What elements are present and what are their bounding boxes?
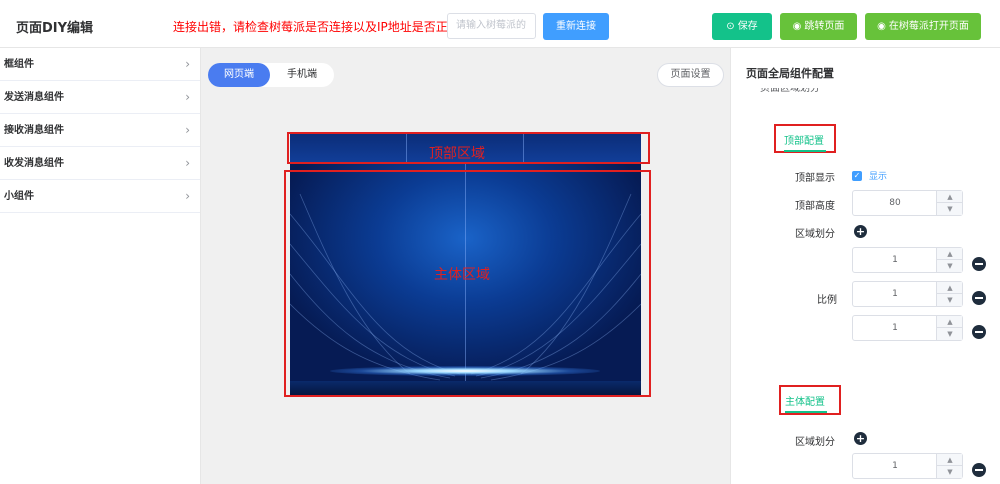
save-label: 保存 [737, 21, 758, 32]
sidebar-item-label: 小组件 [4, 191, 34, 202]
top-show-label: 顶部显示 [795, 173, 835, 184]
increment-icon[interactable]: ▲ [937, 282, 963, 294]
sidebar-item-label: 收发消息组件 [4, 158, 64, 169]
chevron-right-icon: › [185, 57, 190, 71]
check-circle-icon: ⊙ [726, 21, 735, 32]
add-division-icon[interactable]: + [854, 432, 867, 445]
add-division-icon[interactable]: + [854, 225, 867, 238]
remove-division-icon[interactable] [972, 257, 986, 271]
panel-title: 页面全局组件配置 [746, 67, 834, 80]
sidebar-item-label: 发送消息组件 [4, 92, 64, 103]
top-config-heading[interactable]: 顶部配置 [784, 132, 824, 147]
ratio-label: 比例 [817, 295, 837, 306]
chevron-right-icon: › [185, 123, 190, 137]
sidebar-item-label: 接收消息组件 [4, 125, 64, 136]
sidebar-item-receive-message[interactable]: 接收消息组件 › [0, 114, 200, 147]
sidebar-item-label: 框组件 [4, 59, 34, 70]
ratio-stepper[interactable]: 1 ▲ ▼ [852, 247, 963, 273]
ratio-value[interactable]: 1 [853, 316, 937, 340]
top-bar: 页面DIY编辑 连接出错，请检查树莓派是否连接以及IP地址是否正确! 请输入树莓… [0, 0, 1000, 48]
ip-address-input[interactable]: 请输入树莓派的 [447, 13, 536, 39]
component-sidebar: 框组件 › 发送消息组件 › 接收消息组件 › 收发消息组件 › 小组件 › [0, 48, 201, 484]
tab-web[interactable]: 网页端 [208, 63, 270, 87]
ratio-stepper[interactable]: 1 ▲ ▼ [852, 453, 963, 479]
ratio-value[interactable]: 1 [853, 248, 937, 272]
decrement-icon[interactable]: ▼ [937, 466, 963, 478]
remove-division-icon[interactable] [972, 463, 986, 477]
connection-error-message: 连接出错，请检查树莓派是否连接以及IP地址是否正确! [173, 20, 465, 34]
app-title: 页面DIY编辑 [16, 21, 94, 36]
main-divide-label: 区域划分 [795, 437, 835, 448]
ratio-stepper[interactable]: 1 ▲ ▼ [852, 315, 963, 341]
save-button[interactable]: ⊙ 保存 [712, 13, 772, 40]
tab-mobile[interactable]: 手机端 [270, 63, 334, 87]
sidebar-item-frame-components[interactable]: 框组件 › [0, 48, 200, 81]
increment-icon[interactable]: ▲ [937, 454, 963, 466]
decrement-icon[interactable]: ▼ [937, 260, 963, 272]
top-height-label: 顶部高度 [795, 201, 835, 212]
sidebar-item-send-message[interactable]: 发送消息组件 › [0, 81, 200, 114]
eye-icon: ◉ [792, 21, 802, 32]
reconnect-button[interactable]: 重新连接 [543, 13, 609, 40]
decrement-icon[interactable]: ▼ [937, 328, 963, 340]
open-on-pi-button[interactable]: ◉ 在树莓派打开页面 [865, 13, 981, 40]
device-toggle: 网页端 手机端 [208, 63, 334, 87]
increment-icon[interactable]: ▲ [937, 316, 963, 328]
remove-division-icon[interactable] [972, 325, 986, 339]
ratio-stepper[interactable]: 1 ▲ ▼ [852, 281, 963, 307]
area-division-heading: 页面区域划分 [760, 88, 820, 94]
top-show-checkbox-text[interactable]: 显示 [869, 169, 887, 182]
editor-canvas-area: 网页端 手机端 页面设置 顶部区域 主体区域 [201, 48, 730, 484]
page-settings-button[interactable]: 页面设置 [657, 63, 724, 87]
chevron-right-icon: › [185, 189, 190, 203]
eye-icon: ◉ [877, 21, 886, 32]
ratio-value[interactable]: 1 [853, 282, 937, 306]
top-area-label: 顶部区域 [429, 146, 485, 162]
ratio-value[interactable]: 1 [853, 454, 937, 478]
top-show-checkbox[interactable]: ✓ [852, 171, 862, 181]
remove-division-icon[interactable] [972, 291, 986, 305]
sidebar-item-send-receive-message[interactable]: 收发消息组件 › [0, 147, 200, 180]
increment-icon[interactable]: ▲ [937, 191, 963, 203]
jump-page-button[interactable]: ◉ 跳转页面 [780, 13, 857, 40]
sidebar-item-widgets[interactable]: 小组件 › [0, 180, 200, 213]
decrement-icon[interactable]: ▼ [937, 203, 963, 215]
chevron-right-icon: › [185, 90, 190, 104]
active-underline [785, 411, 827, 413]
global-config-panel: 页面全局组件配置 页面区域划分 顶部配置 顶部显示 ✓ 显示 顶部高度 80 ▲… [730, 48, 1000, 484]
open-pi-label: 在树莓派打开页面 [888, 21, 969, 32]
top-height-stepper[interactable]: 80 ▲ ▼ [852, 190, 963, 216]
main-config-heading[interactable]: 主体配置 [785, 393, 825, 408]
active-underline [784, 150, 826, 152]
chevron-right-icon: › [185, 156, 190, 170]
increment-icon[interactable]: ▲ [937, 248, 963, 260]
main-area-label: 主体区域 [434, 267, 490, 283]
top-height-value[interactable]: 80 [853, 191, 937, 215]
top-divide-label: 区域划分 [795, 229, 835, 240]
jump-label: 跳转页面 [804, 21, 845, 32]
decrement-icon[interactable]: ▼ [937, 294, 963, 306]
